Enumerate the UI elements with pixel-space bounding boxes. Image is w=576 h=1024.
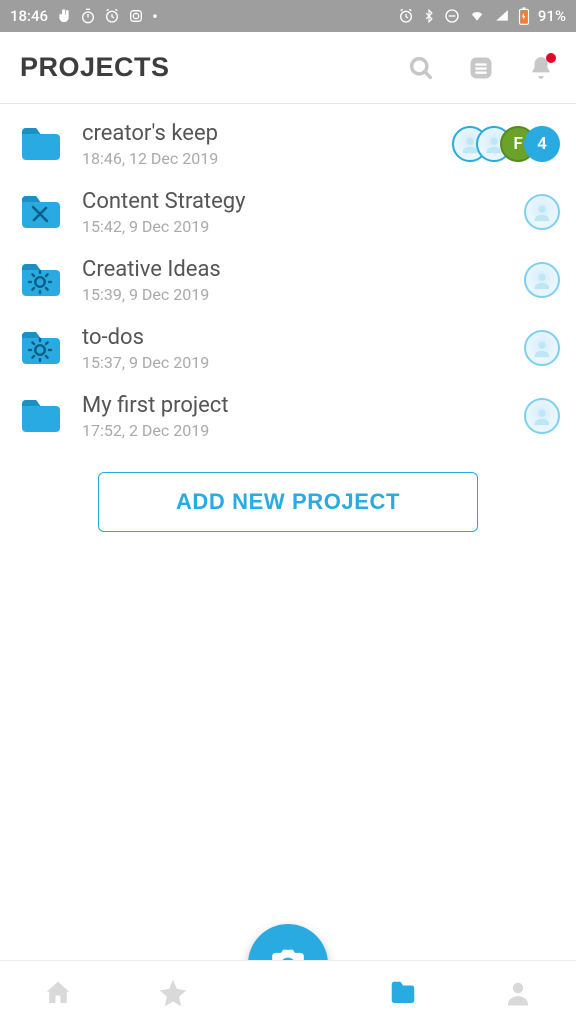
project-row[interactable]: Creative Ideas15:39, 9 Dec 2019 <box>0 246 576 314</box>
project-subtitle: 15:42, 9 Dec 2019 <box>82 217 508 236</box>
project-title: to-dos <box>82 324 508 352</box>
folder-icon <box>388 978 418 1008</box>
android-status-bar: 18:46 • 91% <box>0 0 576 32</box>
project-title: My first project <box>82 392 508 420</box>
home-icon <box>43 978 73 1008</box>
person-icon <box>503 978 533 1008</box>
app-icon <box>128 8 144 24</box>
hand-icon <box>56 8 72 24</box>
folder-icon <box>14 390 66 442</box>
collaborator-avatars[interactable]: F4 <box>452 126 560 162</box>
stopwatch-icon <box>80 8 96 24</box>
project-row[interactable]: to-dos15:37, 9 Dec 2019 <box>0 314 576 382</box>
dot-icon: • <box>152 7 158 26</box>
page-title: PROJECTS <box>20 52 170 83</box>
nav-camera-spacer <box>258 969 318 1017</box>
project-row[interactable]: My first project17:52, 2 Dec 2019 <box>0 382 576 450</box>
project-row[interactable]: Content Strategy15:42, 9 Dec 2019 <box>0 178 576 246</box>
signal-icon <box>494 9 510 23</box>
alarm-icon <box>104 8 120 24</box>
projects-list: creator's keep18:46, 12 Dec 2019 F4 Conten… <box>0 104 576 450</box>
bluetooth-icon <box>422 8 436 24</box>
nav-home[interactable] <box>28 969 88 1017</box>
project-title: creator's keep <box>82 120 436 148</box>
project-subtitle: 18:46, 12 Dec 2019 <box>82 149 436 168</box>
folder-icon <box>14 118 66 170</box>
folder-icon <box>14 186 66 238</box>
project-subtitle: 17:52, 2 Dec 2019 <box>82 421 508 440</box>
status-battery: 91% <box>538 7 566 25</box>
battery-icon <box>518 7 530 25</box>
folder-icon <box>14 254 66 306</box>
avatar[interactable] <box>524 398 560 434</box>
app-header: PROJECTS <box>0 32 576 104</box>
bottom-nav <box>0 960 576 1024</box>
project-subtitle: 15:37, 9 Dec 2019 <box>82 353 508 372</box>
alarm-icon <box>398 8 414 24</box>
nav-projects[interactable] <box>373 969 433 1017</box>
wifi-icon <box>468 9 486 23</box>
search-button[interactable] <box>406 53 436 83</box>
project-subtitle: 15:39, 9 Dec 2019 <box>82 285 508 304</box>
menu-button[interactable] <box>466 53 496 83</box>
search-icon <box>407 54 435 82</box>
avatar: 4 <box>524 126 560 162</box>
lines-icon <box>467 54 495 82</box>
add-new-project-button[interactable]: ADD NEW PROJECT <box>98 472 478 532</box>
project-row[interactable]: creator's keep18:46, 12 Dec 2019 F4 <box>0 110 576 178</box>
notification-dot-icon <box>546 53 556 63</box>
project-title: Creative Ideas <box>82 256 508 284</box>
nav-profile[interactable] <box>488 969 548 1017</box>
nav-favorites[interactable] <box>143 969 203 1017</box>
dnd-icon <box>444 8 460 24</box>
project-title: Content Strategy <box>82 188 508 216</box>
avatar[interactable] <box>524 262 560 298</box>
notifications-button[interactable] <box>526 53 556 83</box>
avatar[interactable] <box>524 194 560 230</box>
star-icon <box>157 977 189 1009</box>
status-time: 18:46 <box>10 7 48 25</box>
folder-icon <box>14 322 66 374</box>
avatar[interactable] <box>524 330 560 366</box>
